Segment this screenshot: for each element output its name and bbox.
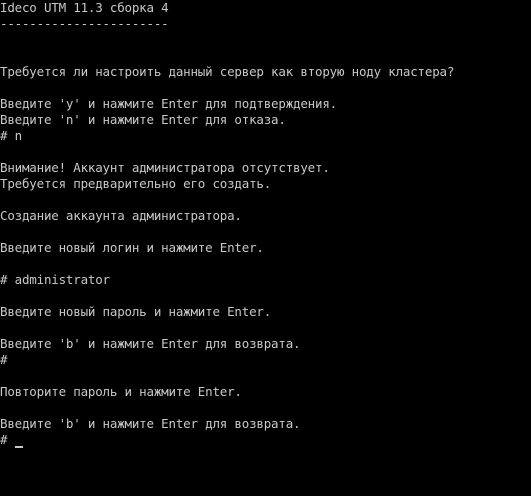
warning-no-admin-text: Внимание! Аккаунт администратора отсутст… xyxy=(0,160,330,175)
confirm-hint-text: Введите 'y' и нажмите Enter для подтверж… xyxy=(0,96,337,111)
terminal-console[interactable]: Ideco UTM 11.3 сборка 4 ----------------… xyxy=(0,0,531,496)
cluster-question-text: Требуется ли настроить данный сервер как… xyxy=(0,64,455,79)
console-title: Ideco UTM 11.3 сборка 4 xyxy=(0,0,169,15)
text-cursor xyxy=(15,446,23,448)
back-hint-text: Введите 'b' и нажмите Enter для возврата… xyxy=(0,336,301,351)
need-create-text: Требуется предварительно его создать. xyxy=(0,176,272,191)
enter-login-text: Введите новый логин и нажмите Enter. xyxy=(0,240,264,255)
creating-admin-text: Создание аккаунта администратора. xyxy=(0,208,242,223)
cancel-hint-text: Введите 'n' и нажмите Enter для отказа. xyxy=(0,112,286,127)
command-prompt[interactable]: # xyxy=(0,432,8,448)
title-underline: ----------------------- xyxy=(0,16,169,31)
login-entry: # administrator xyxy=(0,272,110,287)
password-entry: # xyxy=(0,352,8,367)
enter-password-text: Введите новый пароль и нажмите Enter. xyxy=(0,304,272,319)
answer-n-entry: # n xyxy=(0,128,22,143)
back-hint-text-2: Введите 'b' и нажмите Enter для возврата… xyxy=(0,416,301,431)
repeat-password-text: Повторите пароль и нажмите Enter. xyxy=(0,384,242,399)
